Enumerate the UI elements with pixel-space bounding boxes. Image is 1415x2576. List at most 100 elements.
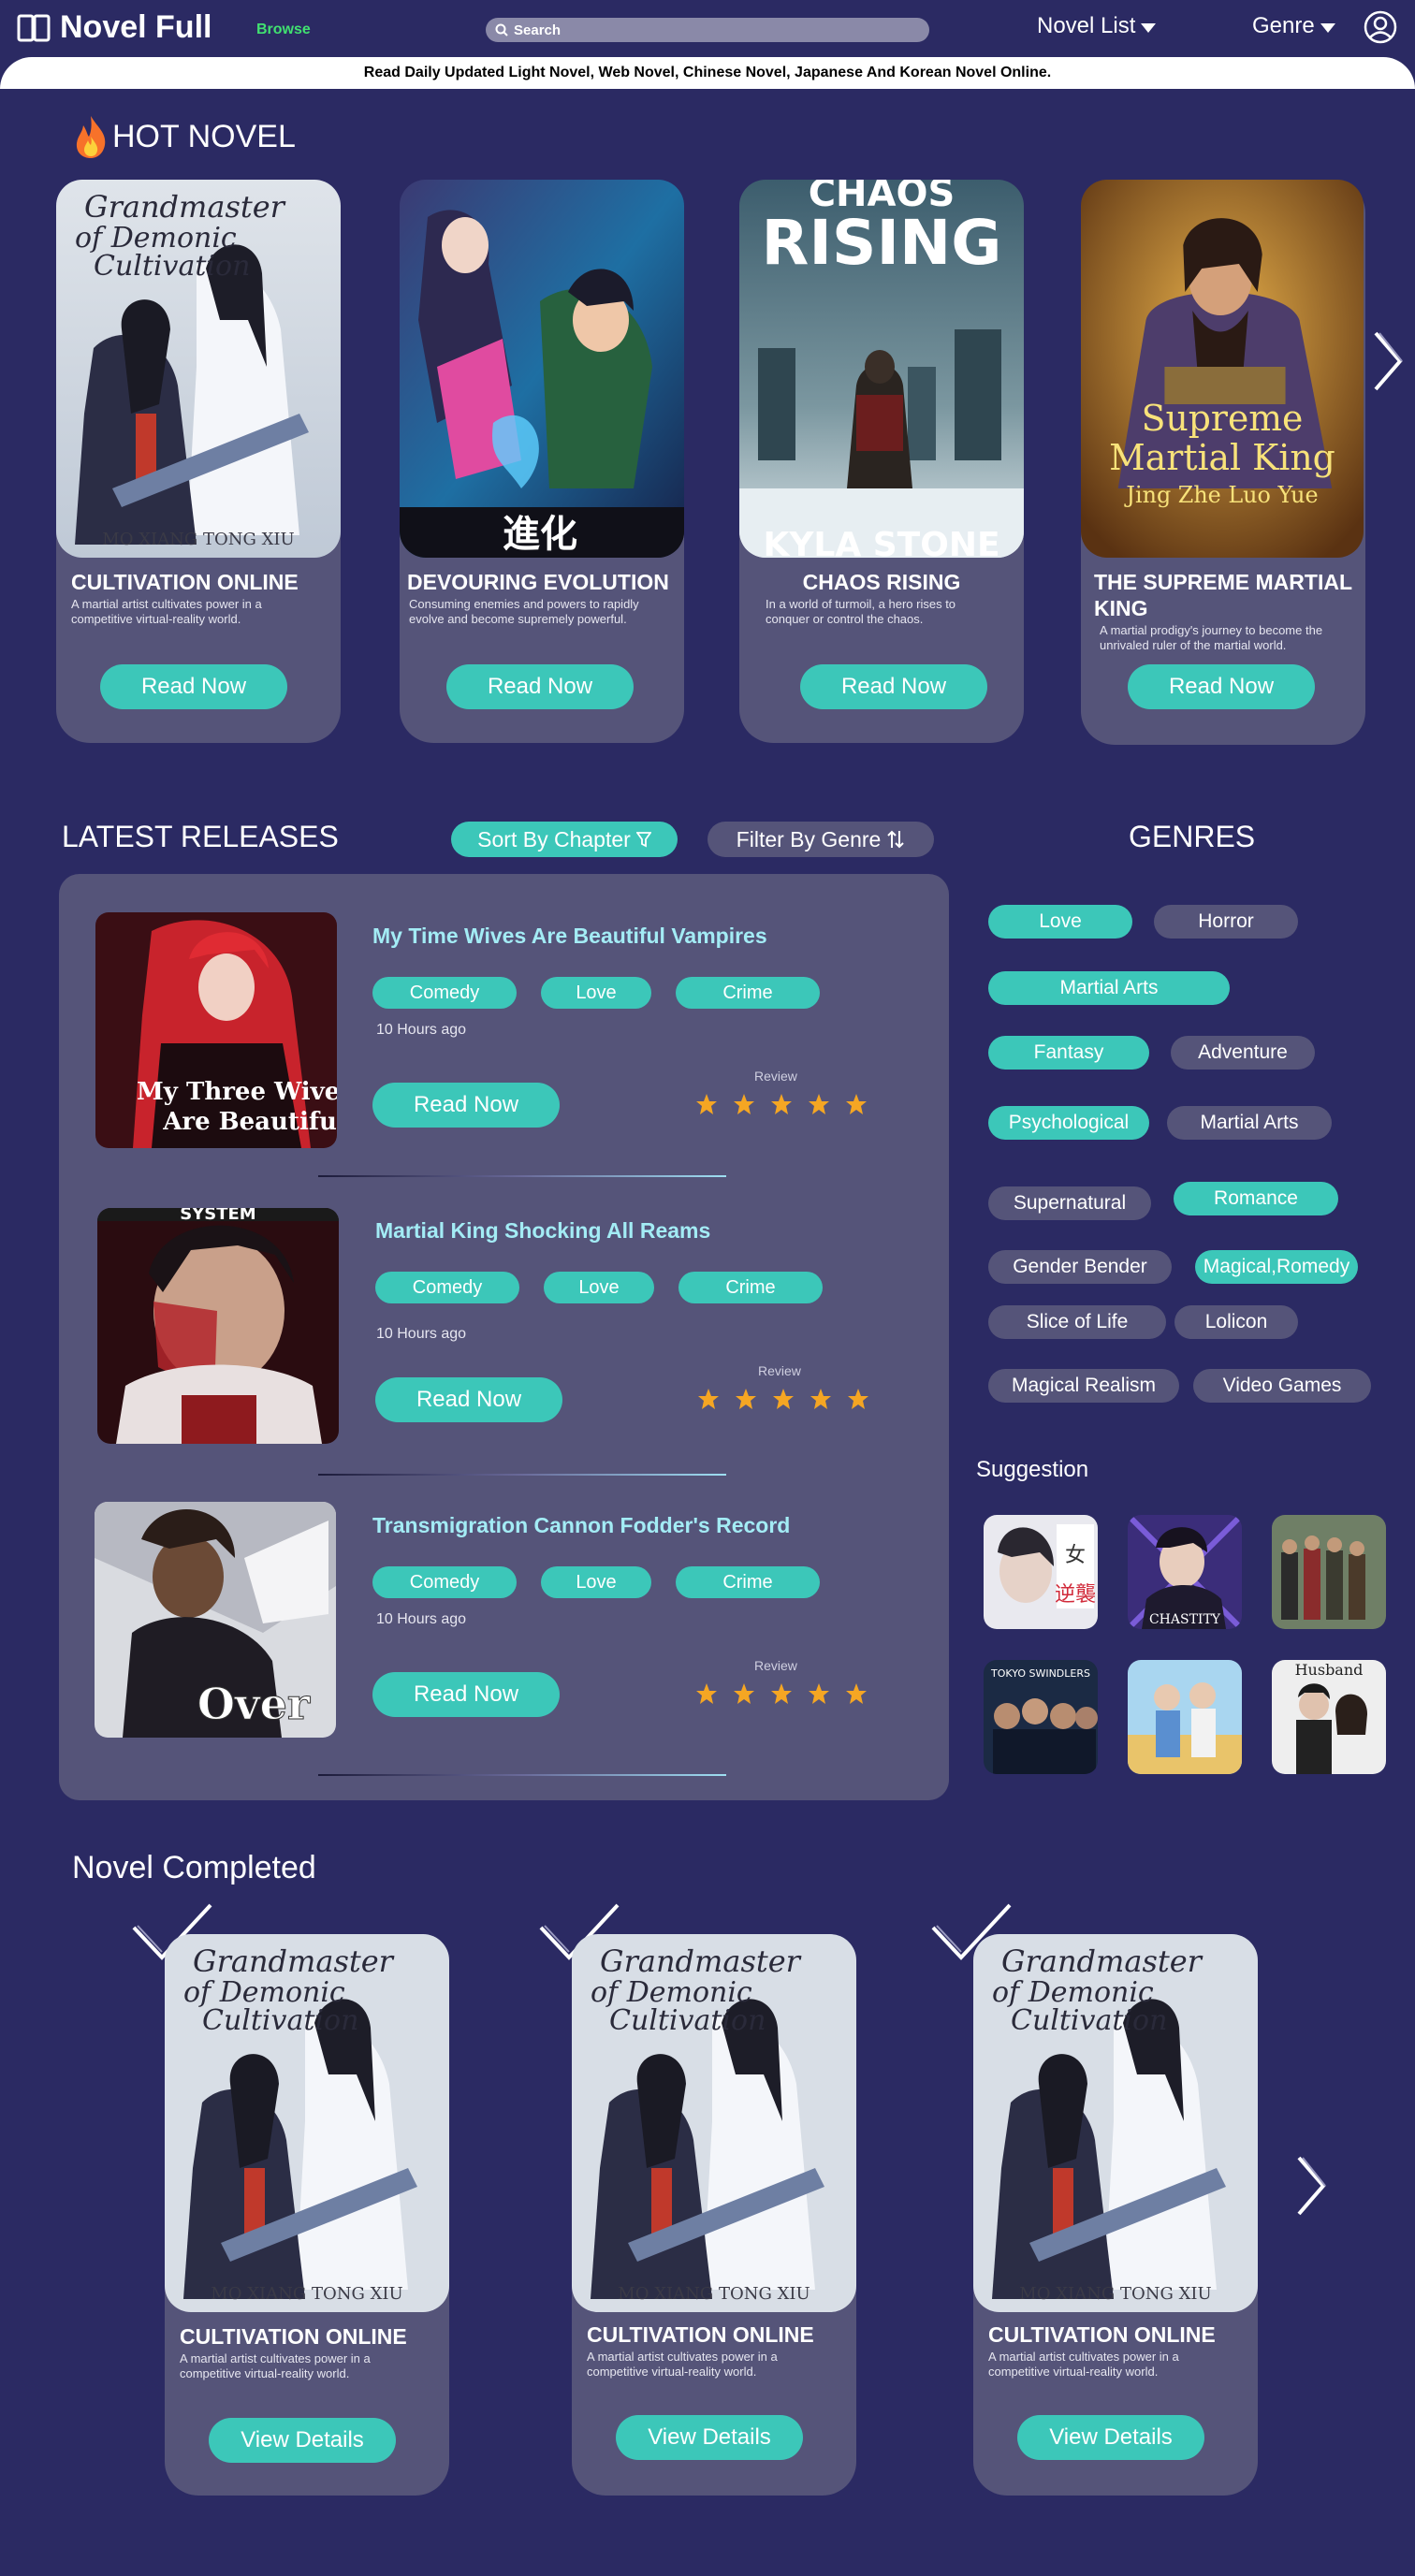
read-now-button[interactable]: Read Now	[1128, 664, 1315, 709]
genre-tag[interactable]: Crime	[678, 1272, 823, 1303]
genre-tag[interactable]: Crime	[676, 1566, 820, 1598]
view-details-button[interactable]: View Details	[209, 2418, 396, 2463]
genre-tag[interactable]: Love	[541, 977, 651, 1009]
release-cover[interactable]: SYSTEM	[97, 1208, 339, 1444]
suggestion-thumb[interactable]	[1272, 1515, 1386, 1629]
suggestion-thumb[interactable]: 女逆襲	[984, 1515, 1098, 1629]
read-now-button[interactable]: Read Now	[800, 664, 987, 709]
suggestion-thumb[interactable]	[1128, 1660, 1242, 1774]
star-icon	[696, 1094, 717, 1114]
star-icon	[771, 1094, 792, 1114]
completed-novel-card[interactable]: Grandmaster of Demonic Cultivation MO XI…	[572, 1934, 856, 2496]
suggestion-thumb[interactable]: Husband	[1272, 1660, 1386, 1774]
nav-novel-list[interactable]: Novel List	[1037, 13, 1157, 39]
view-details-button[interactable]: View Details	[1017, 2415, 1204, 2460]
svg-text:Are Beautiful: Are Beautiful	[162, 1108, 337, 1136]
sort-by-chapter-button[interactable]: Sort By Chapter	[451, 822, 678, 857]
release-title[interactable]: My Time Wives Are Beautiful Vampires	[372, 924, 767, 949]
genre-tag[interactable]: Love	[544, 1272, 654, 1303]
svg-text:Supreme: Supreme	[1142, 398, 1304, 439]
svg-text:KYLA STONE: KYLA STONE	[763, 526, 999, 558]
novel-cover[interactable]: Grandmaster of Demonic Cultivation MO XI…	[165, 1934, 449, 2312]
genre-chip[interactable]: Romance	[1174, 1182, 1338, 1215]
genre-tag[interactable]: Love	[541, 1566, 651, 1598]
genre-chip[interactable]: Magical,Romedy	[1195, 1250, 1358, 1284]
chevron-right-icon[interactable]	[1368, 327, 1406, 395]
release-cover[interactable]: My Three Wives Are Beautiful	[95, 912, 337, 1148]
svg-text:Cultivation: Cultivation	[1011, 2004, 1167, 2037]
release-time: 10 Hours ago	[376, 1611, 467, 1627]
release-title[interactable]: Transmigration Cannon Fodder's Record	[372, 1513, 790, 1538]
suggestion-thumb[interactable]: CHASTITY	[1128, 1515, 1242, 1629]
genre-chip[interactable]: Magical Realism	[988, 1369, 1179, 1403]
hot-novel-title: HOT NOVEL	[112, 118, 296, 154]
genre-chip[interactable]: Supernatural	[988, 1186, 1151, 1220]
novel-cover[interactable]: Grandmaster of Demonic Cultivation MO XI…	[572, 1934, 856, 2312]
hot-novel-card[interactable]: 進化 DEVOURING EVOLUTION Consuming enemies…	[400, 180, 684, 743]
read-now-button[interactable]: Read Now	[375, 1377, 562, 1422]
search-input[interactable]: Search	[486, 18, 929, 42]
search-placeholder: Search	[514, 22, 562, 38]
genre-tag[interactable]: Comedy	[375, 1272, 519, 1303]
genre-chip[interactable]: Slice of Life	[988, 1305, 1166, 1339]
genre-tag[interactable]: Crime	[676, 977, 820, 1009]
novel-cover[interactable]: Supreme Martial King Jing Zhe Luo Yue	[1081, 180, 1364, 558]
novel-desc: Consuming enemies and powers to rapidly …	[409, 597, 639, 626]
novel-title: CULTIVATION ONLINE	[71, 570, 299, 594]
genre-chip[interactable]: Gender Bender	[988, 1250, 1172, 1284]
novel-desc: A martial artist cultivates power in a c…	[180, 2351, 371, 2380]
divider	[318, 1474, 726, 1476]
novel-desc: A martial prodigy's journey to become th…	[1100, 623, 1323, 652]
genres-title: GENRES	[1129, 820, 1256, 853]
novel-cover[interactable]: CHAOS RISING KYLA STONE	[739, 180, 1024, 558]
fire-icon	[76, 116, 106, 158]
genre-chip[interactable]: Adventure	[1171, 1036, 1315, 1070]
hot-novel-card[interactable]: CHAOS RISING KYLA STONE CHAOS RISING In …	[739, 180, 1024, 743]
chevron-right-icon[interactable]	[1293, 2152, 1331, 2219]
filter-funnel-icon	[635, 832, 651, 848]
svg-text:Grandmaster: Grandmaster	[193, 1943, 395, 1979]
svg-text:Cultivation: Cultivation	[609, 2004, 766, 2037]
star-icon	[846, 1094, 867, 1114]
read-now-button[interactable]: Read Now	[372, 1672, 560, 1717]
novel-cover[interactable]: 進化	[400, 180, 684, 558]
release-title[interactable]: Martial King Shocking All Reams	[375, 1218, 710, 1244]
genre-chip[interactable]: Psychological	[988, 1106, 1149, 1140]
genre-chip[interactable]: Martial Arts	[1167, 1106, 1332, 1140]
nav-novel-list-label: Novel List	[1037, 13, 1136, 38]
genre-chip[interactable]: Martial Arts	[988, 971, 1230, 1005]
completed-novel-card[interactable]: Grandmaster of Demonic Cultivation MO XI…	[973, 1934, 1258, 2496]
svg-text:MO XIANG TONG XIU: MO XIANG TONG XIU	[618, 2284, 810, 2304]
hot-novel-card[interactable]: Grandmaster of Demonic Cultivation MO XI…	[56, 180, 341, 743]
chevron-down-icon	[1141, 23, 1157, 33]
browse-link[interactable]: Browse	[256, 22, 311, 38]
suggestion-thumb[interactable]: TOKYO SWINDLERS	[984, 1660, 1098, 1774]
filter-label: Filter By Genre	[736, 827, 882, 851]
genre-chip[interactable]: Fantasy	[988, 1036, 1149, 1070]
logo[interactable]: Novel Full	[17, 9, 212, 46]
hot-novel-card[interactable]: Supreme Martial King Jing Zhe Luo Yue TH…	[1081, 180, 1365, 745]
release-cover[interactable]: Over	[95, 1502, 336, 1738]
svg-text:Jing Zhe Luo Yue: Jing Zhe Luo Yue	[1124, 482, 1318, 508]
svg-text:逆襲: 逆襲	[1055, 1583, 1096, 1607]
read-now-button[interactable]: Read Now	[100, 664, 287, 709]
completed-novel-card[interactable]: Grandmaster of Demonic Cultivation MO XI…	[165, 1934, 449, 2496]
genre-tag[interactable]: Comedy	[372, 977, 517, 1009]
svg-text:Martial King: Martial King	[1109, 437, 1335, 478]
view-details-button[interactable]: View Details	[616, 2415, 803, 2460]
user-icon[interactable]	[1364, 10, 1397, 44]
suggestion-caption: CHASTITY	[1149, 1612, 1221, 1627]
novel-cover[interactable]: Grandmaster of Demonic Cultivation MO XI…	[56, 180, 341, 558]
nav-genre[interactable]: Genre	[1252, 13, 1335, 39]
genre-chip[interactable]: Lolicon	[1174, 1305, 1298, 1339]
read-now-button[interactable]: Read Now	[446, 664, 634, 709]
genre-tag[interactable]: Comedy	[372, 1566, 517, 1598]
read-now-button[interactable]: Read Now	[372, 1083, 560, 1128]
novel-cover[interactable]: Grandmaster of Demonic Cultivation MO XI…	[973, 1934, 1258, 2312]
genre-chip[interactable]: Horror	[1154, 905, 1298, 939]
star-icon	[734, 1094, 754, 1114]
genre-chip[interactable]: Love	[988, 905, 1132, 939]
svg-text:SYSTEM: SYSTEM	[180, 1208, 255, 1224]
filter-by-genre-button[interactable]: Filter By Genre	[708, 822, 934, 857]
genre-chip[interactable]: Video Games	[1193, 1369, 1371, 1403]
